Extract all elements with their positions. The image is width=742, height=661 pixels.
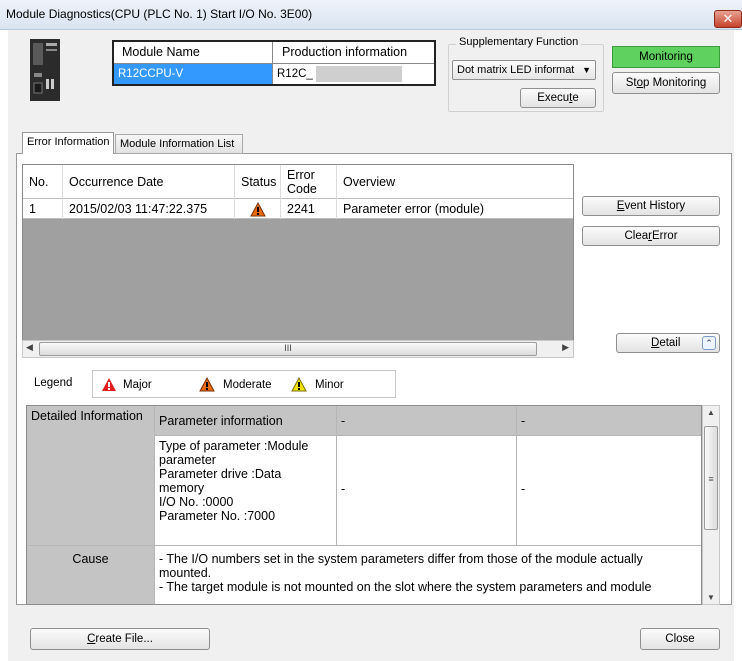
detail-col-3: - [517, 436, 701, 546]
module-name-value[interactable]: R12CCPU-V [114, 64, 272, 84]
scroll-left-icon[interactable]: ◀ [26, 342, 33, 353]
error-row-overview: Parameter error (module) [343, 202, 485, 216]
legend-major: Major [101, 377, 152, 392]
detail-info-lines: Type of parameter :Module parameter Para… [155, 436, 337, 546]
minor-warning-icon [291, 377, 307, 392]
detail-info-line: parameter [159, 453, 216, 467]
close-window-button[interactable]: ✕ [714, 10, 742, 28]
detail-header-1: Parameter information [155, 406, 337, 436]
col-code-header[interactable]: Error Code [281, 165, 337, 199]
error-row-status [235, 199, 281, 219]
monitoring-status-indicator: Monitoring [612, 46, 720, 68]
detail-button[interactable]: Detail ⌃ [616, 333, 720, 353]
detail-vscrollbar[interactable]: ▲ ≡ ▼ [702, 405, 720, 605]
stop-label: St [625, 77, 637, 89]
legend-box: Major Moderate Minor [92, 370, 396, 398]
event-history-label: vent History [624, 200, 686, 212]
redacted-serial [316, 65, 403, 82]
col-overview-header[interactable]: Overview [337, 165, 573, 199]
legend-label: Legend [34, 377, 73, 389]
event-history-accel: E [616, 200, 625, 212]
detail-info-line: memory [159, 481, 205, 495]
col-no-header[interactable]: No. [23, 165, 63, 199]
legend-moderate: Moderate [199, 377, 272, 392]
detail-col-2: - [337, 436, 517, 546]
error-row-no: 1 [23, 199, 63, 219]
detail-header-2: - [337, 406, 517, 436]
error-row-code: 2241 [281, 199, 337, 219]
chevron-down-icon: ▼ [582, 65, 591, 75]
production-info-value: R12C_ [273, 64, 433, 84]
create-file-accel: C [87, 633, 96, 645]
supplementary-function-label: Supplementary Function [456, 36, 582, 48]
cause-label: Cause [27, 546, 155, 604]
scroll-right-icon[interactable]: ▶ [562, 342, 569, 353]
stop-monitoring-button[interactable]: St o p Monitoring [612, 72, 720, 94]
col-status-header[interactable]: Status [235, 165, 281, 199]
cause-line: mounted. [159, 566, 212, 580]
major-error-icon [102, 378, 116, 391]
legend-major-label: Major [123, 378, 152, 391]
hscroll-thumb[interactable]: III [39, 342, 537, 356]
detail-info-line: Type of parameter :Module [159, 439, 309, 453]
cause-line: - The I/O numbers set in the system para… [159, 552, 643, 566]
detail-header-3: - [517, 406, 701, 436]
close-button[interactable]: Close [640, 628, 720, 650]
legend-minor-label: Minor [315, 378, 344, 391]
stop-label-end: p Monitoring [642, 77, 707, 89]
error-grid-hscrollbar[interactable]: ◀ III ▶ [22, 340, 574, 358]
module-info-table: Module Name Production information R12CC… [112, 40, 436, 86]
collapse-chevron-icon: ⌃ [702, 336, 716, 350]
supplementary-function-select[interactable]: Dot matrix LED informat ▼ [452, 60, 596, 80]
module-name-header: Module Name [122, 45, 200, 59]
tab-error-information[interactable]: Error Information [22, 132, 114, 154]
production-info-header: Production information [282, 45, 408, 59]
error-list-grid[interactable]: No. Occurrence Date Status Error Code Ov… [22, 164, 574, 350]
error-row-date: 2015/02/03 11:47:22.375 [63, 199, 235, 219]
scroll-down-icon[interactable]: ▼ [707, 593, 715, 602]
clear-error-button[interactable]: Clea r Error [582, 226, 720, 246]
detail-info-table: Detailed Information Parameter informati… [26, 405, 702, 605]
execute-label: Execu [537, 92, 570, 104]
create-file-button[interactable]: Create File... [30, 628, 210, 650]
clear-error-label: Clea [624, 230, 649, 242]
cpu-module-icon [30, 39, 60, 101]
tab-module-information-list[interactable]: Module Information List [115, 134, 243, 154]
window-titlebar[interactable]: Module Diagnostics(CPU (PLC No. 1) Start… [0, 0, 742, 30]
moderate-warning-icon [199, 377, 215, 392]
col-date-header[interactable]: Occurrence Date [63, 165, 235, 199]
legend-minor: Minor [291, 377, 344, 392]
vscroll-thumb[interactable]: ≡ [704, 426, 718, 530]
detail-info-label: Detailed Information [27, 406, 155, 546]
execute-label-end: e [572, 92, 579, 104]
cause-line: - The target module is not mounted on th… [159, 580, 652, 594]
error-grid-header: No. Occurrence Date Status Error Code Ov… [23, 165, 573, 199]
detail-info-line: I/O No. :0000 [159, 495, 234, 509]
production-info-text: R12C_ [277, 68, 313, 80]
detail-info-line: Parameter No. :7000 [159, 509, 276, 523]
window-title: Module Diagnostics(CPU (PLC No. 1) Start… [6, 7, 313, 21]
scroll-up-icon[interactable]: ▲ [707, 408, 715, 417]
clear-error-label-end: Error [651, 230, 678, 242]
detail-info-line: Parameter drive :Data [159, 467, 282, 481]
error-row[interactable]: 1 2015/02/03 11:47:22.375 2241 Parameter… [23, 199, 573, 219]
create-file-label: reate File... [95, 633, 153, 645]
legend-moderate-label: Moderate [223, 378, 272, 391]
detail-label: etail [659, 337, 681, 349]
cause-text: - The I/O numbers set in the system para… [155, 546, 701, 604]
supplementary-function-value: Dot matrix LED informat [457, 64, 575, 76]
event-history-button[interactable]: Event History [582, 196, 720, 216]
moderate-warning-icon [249, 202, 266, 217]
detail-accel: D [651, 337, 660, 349]
execute-button[interactable]: Execu t e [520, 88, 596, 108]
